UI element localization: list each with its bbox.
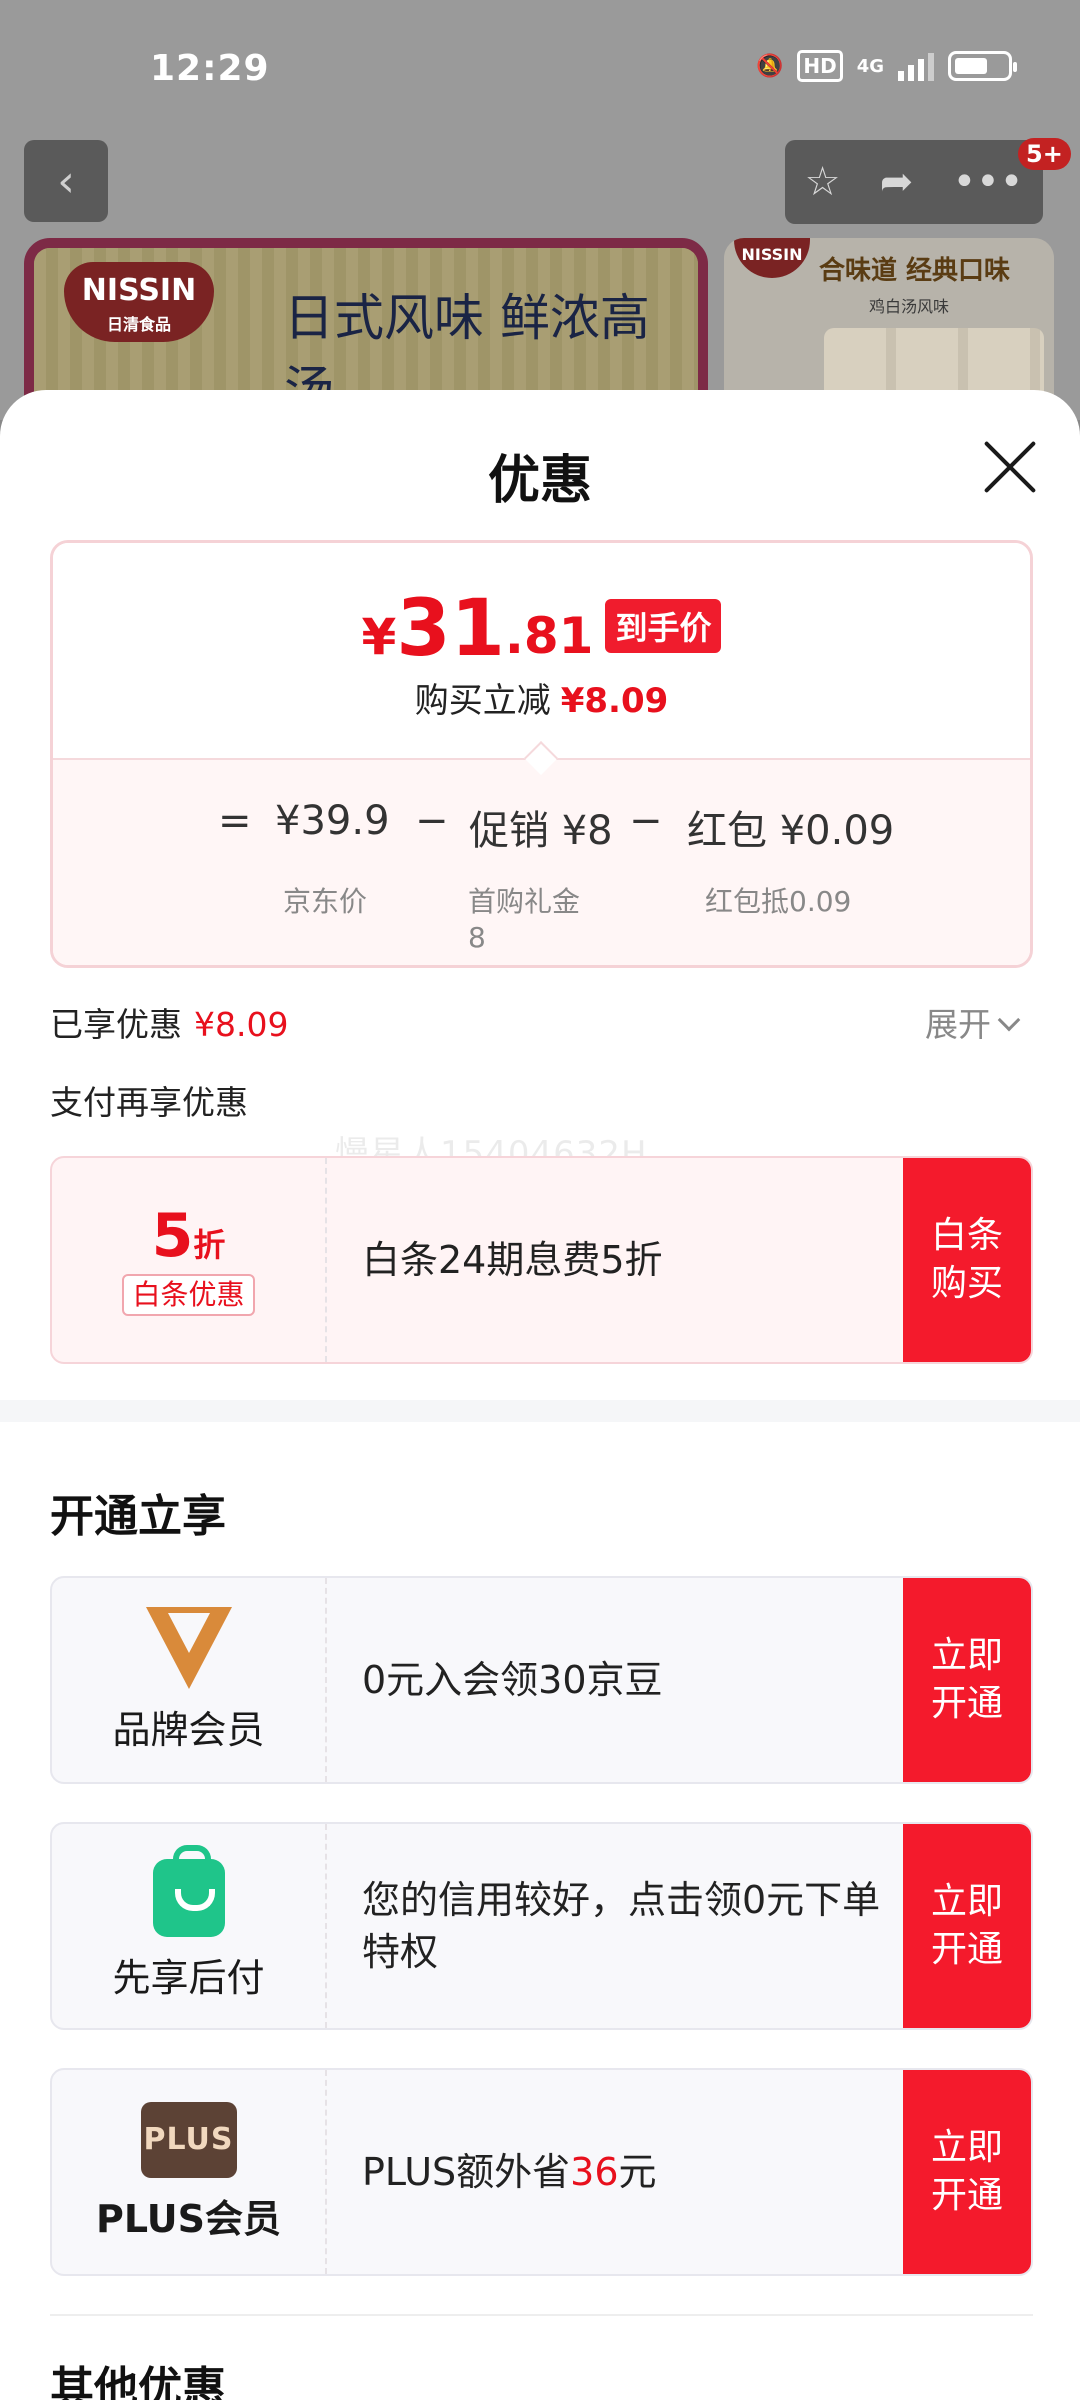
plus-member-text: PLUS额外省 36 元 [362, 2150, 657, 2194]
jd-price: ¥39.9 [275, 798, 390, 844]
nissin-logo-small: NISSIN [734, 238, 810, 278]
price-breakdown [53, 758, 1030, 965]
thumbnail-title: 合味道 经典口味 [819, 256, 1011, 286]
brand-member-offer[interactable]: 品牌会员 0元入会领30京豆 立即 开通 [50, 1576, 1033, 1784]
chevron-down-icon [997, 1008, 1021, 1032]
final-price: ¥ 31 .81 到手价 [53, 590, 1030, 668]
chevron-left-icon: ‹ [57, 155, 75, 207]
hd-icon: HD [797, 50, 843, 82]
pay-later-open-button[interactable]: 立即 开通 [903, 1824, 1031, 2028]
open-section-title: 开通立享 [50, 1491, 226, 1542]
signal-icon [898, 51, 934, 81]
baitiao-tag: 白条优惠 [122, 1274, 255, 1316]
sheet-title: 优惠 [487, 451, 592, 511]
payment-offers-title: 支付再享优惠 [50, 1083, 248, 1122]
plus-member-name: PLUS会员 [96, 2196, 281, 2241]
network-type-icon: 4G [856, 55, 884, 77]
mute-bell-icon: 🔕 [755, 53, 784, 79]
enjoyed-discount: 已享优惠 ¥8.09 [50, 1005, 289, 1044]
final-price-tag: 到手价 [605, 599, 722, 653]
discount-sheet: 优惠 ¥ 31 .81 到手价 购买立减 ¥8.09 = ¥39.9 − 促销 ¥… [0, 390, 1080, 2400]
plus-member-offer[interactable]: PLUS PLUS会员 PLUS额外省 36 元 立即 开通 [50, 2068, 1033, 2276]
brand-member-name: 品牌会员 [112, 1707, 265, 1752]
promo-label-amount: 8 [468, 921, 486, 954]
baitiao-buy-button[interactable]: 白条 购买 [903, 1158, 1031, 1362]
price-card: ¥ 31 .81 到手价 购买立减 ¥8.09 = ¥39.9 − 促销 ¥8 −… [50, 540, 1033, 968]
close-icon[interactable] [975, 432, 1045, 502]
nissin-logo: NISSIN 日清食品 [64, 262, 214, 342]
red-packet-amount: 红包 ¥0.09 [687, 808, 895, 854]
other-section-title: 其他优惠 [50, 2363, 226, 2400]
section-divider [0, 1400, 1080, 1422]
promo-amount: 促销 ¥8 [469, 808, 613, 854]
back-button[interactable]: ‹ [24, 140, 108, 222]
pay-later-text: 您的信用较好，点击领0元下单特权 [362, 1878, 881, 1974]
jd-price-label: 京东价 [283, 885, 368, 918]
v-brand-icon [145, 1606, 232, 1689]
promo-label: 首购礼金 [468, 885, 581, 918]
more-icon[interactable]: ••• [953, 159, 1024, 205]
notification-badge: 5+ [1018, 138, 1071, 170]
status-time: 12:29 [150, 48, 270, 89]
top-actions: ☆ ➦ ••• [785, 140, 1043, 224]
status-bar: 12:29 🔕 HD 4G [0, 0, 1080, 120]
shopping-bag-icon [152, 1844, 225, 1937]
baitiao-offer-text: 白条24期息费5折 [362, 1238, 663, 1282]
status-icons: 🔕 HD 4G [755, 50, 1017, 82]
brand-member-text: 0元入会领30京豆 [362, 1658, 663, 1702]
background-page: 12:29 🔕 HD 4G ‹ ☆ ➦ ••• 5+ NISSIN 日清食品 日… [0, 0, 1080, 420]
expand-button[interactable]: 展开 [925, 998, 1021, 1046]
baitiao-offer[interactable]: 5折 白条优惠 白条24期息费5折 白条 购买 [50, 1156, 1033, 1364]
red-packet-label: 红包抵0.09 [705, 885, 852, 918]
plus-icon: PLUS [140, 2101, 237, 2178]
thumbnail-subtitle: 鸡白汤风味 [869, 297, 950, 316]
instant-saving: 购买立减 ¥8.09 [414, 681, 669, 721]
share-icon[interactable]: ➦ [880, 159, 914, 205]
favorite-star-icon[interactable]: ☆ [805, 159, 841, 205]
section-divider-line [50, 2314, 1033, 2316]
battery-icon [948, 51, 1017, 81]
pay-later-name: 先享后付 [112, 1955, 265, 2000]
pay-later-offer[interactable]: 先享后付 您的信用较好，点击领0元下单特权 立即 开通 [50, 1822, 1033, 2030]
brand-member-open-button[interactable]: 立即 开通 [903, 1578, 1031, 1782]
plus-member-open-button[interactable]: 立即 开通 [903, 2070, 1031, 2274]
price-formula: = ¥39.9 − 促销 ¥8 − 红包 ¥0.09 [218, 798, 895, 854]
